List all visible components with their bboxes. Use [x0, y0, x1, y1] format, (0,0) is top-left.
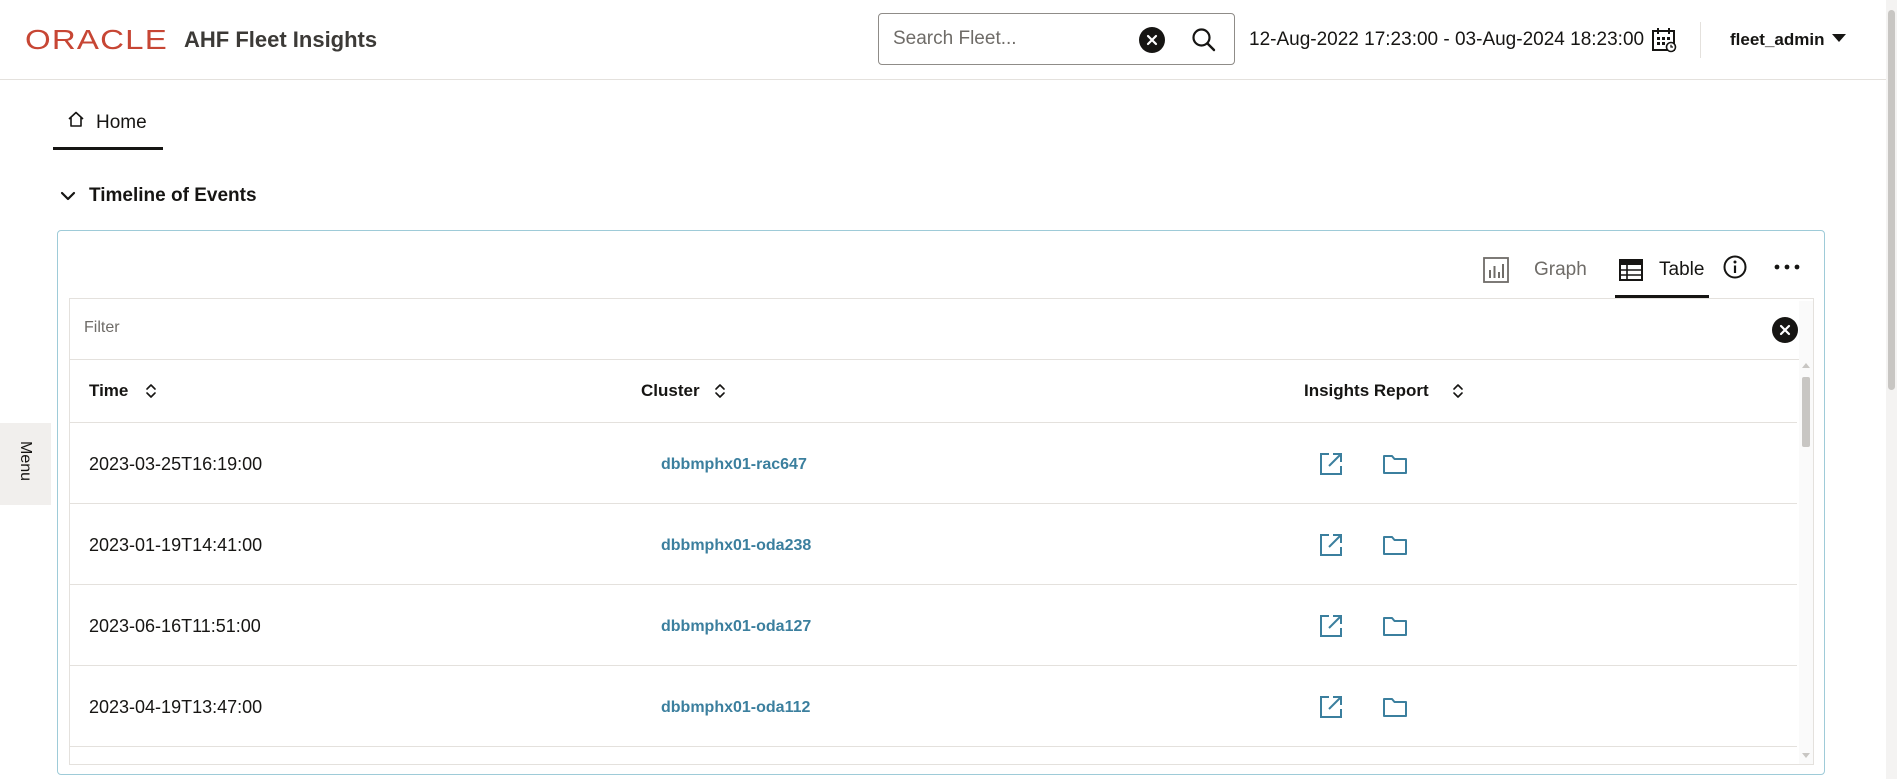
scroll-up-arrow-icon[interactable]: [1802, 363, 1810, 368]
close-icon: [1779, 324, 1791, 336]
oracle-logo: ORACLE: [25, 24, 168, 55]
side-menu-toggle[interactable]: Menu: [0, 423, 51, 505]
home-icon: [68, 111, 84, 127]
open-folder-button[interactable]: [1381, 612, 1409, 640]
open-folder-button[interactable]: [1381, 693, 1409, 721]
side-menu-label: Menu: [17, 441, 34, 482]
tab-home[interactable]: Home: [53, 100, 163, 150]
tab-table-label: Table: [1659, 259, 1705, 280]
cluster-link[interactable]: dbbmphx01-oda112: [661, 698, 810, 718]
folder-icon: [1383, 698, 1407, 717]
section-collapse-toggle[interactable]: [58, 186, 78, 206]
calendar-icon: [1652, 28, 1677, 53]
more-horizontal-icon: [1774, 264, 1800, 270]
external-link-icon: [1320, 615, 1342, 637]
tab-home-label: Home: [96, 112, 147, 133]
clear-search-button[interactable]: [1139, 27, 1165, 53]
time-cell: 2023-03-25T16:19:00: [89, 454, 263, 474]
clear-filter-button[interactable]: [1772, 317, 1798, 343]
info-button[interactable]: [1722, 254, 1748, 280]
time-cell: 2023-04-19T13:47:00: [89, 697, 263, 717]
table-row: 2023-03-25T16:19:00 dbbmphx01-rac647: [70, 423, 1797, 504]
search-box: [878, 13, 1235, 65]
external-link-icon: [1320, 534, 1342, 556]
open-folder-button[interactable]: [1381, 531, 1409, 559]
column-header-insights-report[interactable]: Insights Report: [1304, 380, 1429, 402]
filter-divider: [70, 359, 1813, 360]
sort-icon[interactable]: [1451, 382, 1465, 400]
table-icon: [1619, 259, 1643, 281]
column-header-time[interactable]: Time: [89, 380, 128, 402]
filter-input[interactable]: [84, 316, 1684, 340]
date-range-label: 12-Aug-2022 17:23:00 - 03-Aug-2024 18:23…: [1249, 29, 1645, 50]
open-report-button[interactable]: [1317, 693, 1345, 721]
external-link-icon: [1320, 696, 1342, 718]
user-menu-button[interactable]: fleet_admin: [1730, 29, 1824, 51]
more-actions-button[interactable]: [1772, 254, 1802, 280]
app-title: AHF Fleet Insights: [184, 27, 378, 52]
close-icon: [1146, 34, 1158, 46]
tab-table[interactable]: Table: [1615, 250, 1709, 298]
tab-graph[interactable]: Graph: [1482, 250, 1587, 298]
table-row: 2023-06-16T11:51:00 dbbmphx01-oda127: [70, 585, 1797, 666]
section-title: Timeline of Events: [89, 185, 257, 206]
tab-home-indicator: [53, 147, 163, 150]
sort-icon[interactable]: [713, 382, 727, 400]
sort-icon[interactable]: [144, 382, 158, 400]
bar-chart-icon: [1483, 257, 1509, 283]
events-table: Time Cluster Insights Report 2023-03-25T…: [69, 298, 1814, 765]
scroll-down-arrow-icon[interactable]: [1802, 753, 1810, 758]
tab-graph-label: Graph: [1534, 259, 1587, 280]
folder-icon: [1383, 536, 1407, 555]
open-report-button[interactable]: [1317, 531, 1345, 559]
open-report-button[interactable]: [1317, 612, 1345, 640]
cluster-link[interactable]: dbbmphx01-oda238: [661, 536, 811, 556]
app-header: ORACLE AHF Fleet Insights 12-Aug-2022 17…: [0, 0, 1886, 80]
search-button[interactable]: [1189, 25, 1219, 55]
chevron-down-icon: [60, 191, 76, 201]
cluster-link[interactable]: dbbmphx01-rac647: [661, 455, 807, 475]
search-icon: [1192, 28, 1216, 52]
page-scrollbar-thumb[interactable]: [1888, 10, 1895, 390]
time-cell: 2023-01-19T14:41:00: [89, 535, 263, 555]
column-header-cluster[interactable]: Cluster: [641, 380, 700, 402]
folder-icon: [1383, 617, 1407, 636]
table-row: 2023-04-19T13:47:00 dbbmphx01-oda112: [70, 666, 1797, 747]
open-report-button[interactable]: [1317, 450, 1345, 478]
external-link-icon: [1320, 453, 1342, 475]
header-divider: [1700, 22, 1701, 58]
folder-icon: [1383, 455, 1407, 474]
time-cell: 2023-06-16T11:51:00: [89, 616, 261, 636]
info-icon: [1723, 255, 1747, 279]
table-scrollbar-thumb[interactable]: [1802, 377, 1810, 447]
cluster-link[interactable]: dbbmphx01-oda127: [661, 617, 811, 637]
table-row: 2023-01-19T14:41:00 dbbmphx01-oda238: [70, 504, 1797, 585]
open-folder-button[interactable]: [1381, 450, 1409, 478]
table-scrollbar[interactable]: [1799, 301, 1813, 764]
date-picker-button[interactable]: [1650, 26, 1678, 54]
caret-down-icon[interactable]: [1832, 34, 1846, 42]
search-input[interactable]: [893, 26, 1133, 52]
